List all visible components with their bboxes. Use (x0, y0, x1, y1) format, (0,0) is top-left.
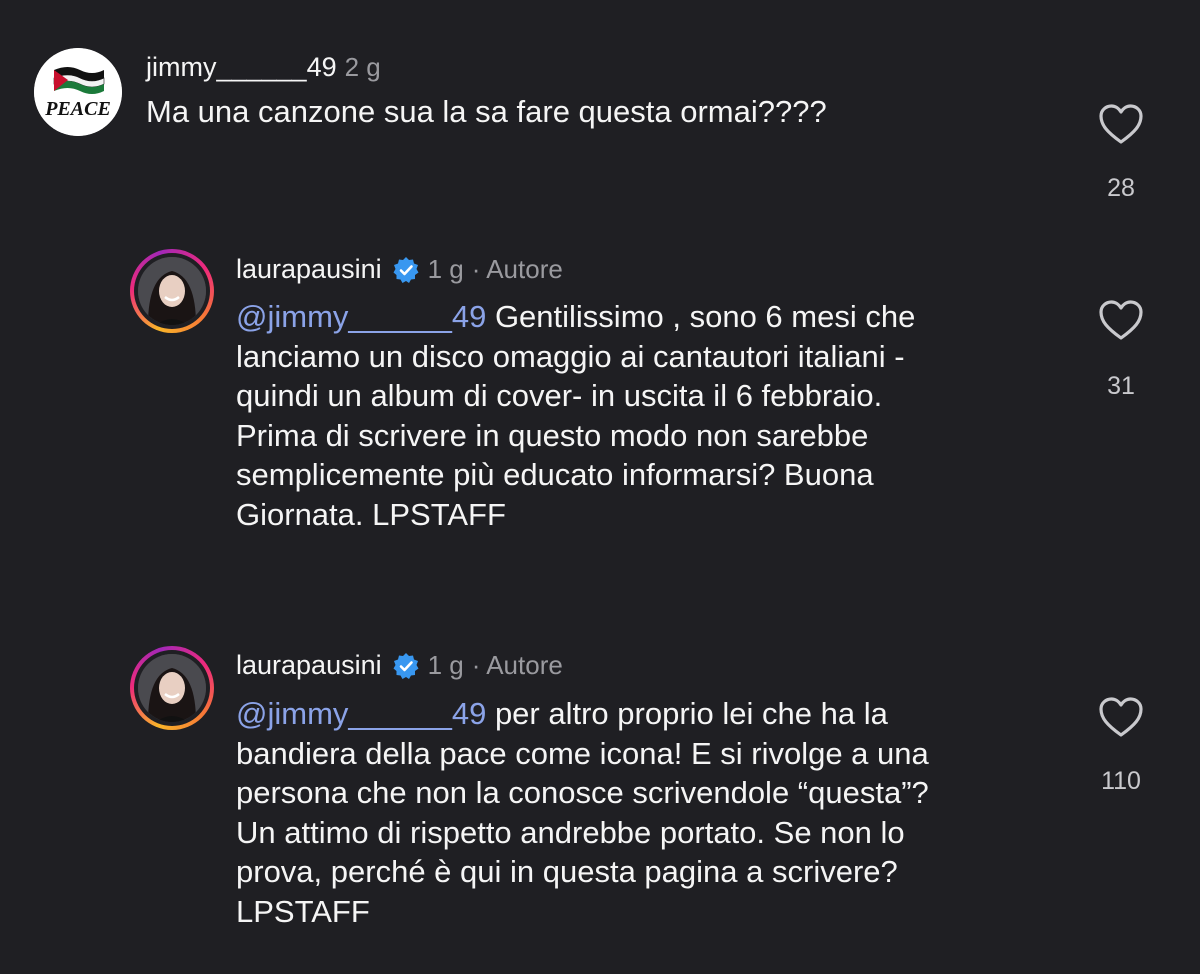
timestamp: 1 g (427, 254, 464, 284)
text-line: Prima di scrivere in questo modo non sar… (236, 417, 869, 453)
author-tag: · Autore (471, 254, 563, 284)
text-line: @jimmy______49 per altro proprio lei che… (236, 696, 888, 731)
avatar-laurapausini[interactable] (130, 646, 214, 730)
heart-icon (1099, 104, 1143, 144)
verified-badge-icon (393, 652, 419, 679)
heart-icon (1099, 697, 1143, 737)
text-line: lanciamo un disco omaggio ai cantautori … (236, 338, 905, 374)
like-count: 28 (1107, 174, 1135, 202)
heart-icon (1099, 300, 1143, 340)
mention-link[interactable]: @jimmy______49 (236, 299, 486, 334)
text-line: LPSTAFF (236, 893, 370, 929)
verified-badge-icon (393, 256, 419, 283)
like-button[interactable] (1094, 695, 1148, 744)
text-line: prova, perché è qui in questa pagina a s… (236, 854, 898, 889)
comment-text: Ma una canzone sua la sa fare questa orm… (146, 94, 827, 129)
text-line: @jimmy______49 Gentilissimo , sono 6 mes… (236, 299, 916, 334)
comment-text: @jimmy______49 Gentilissimo , sono 6 mes… (236, 297, 1076, 534)
like-count: 110 (1101, 767, 1141, 795)
text-line: semplicemente più educato informarsi? Bu… (236, 457, 874, 492)
timestamp: 1 g (427, 650, 464, 680)
peace-flag-icon: PEACE (34, 48, 122, 136)
text-line: bandiera della pace come icona! E si riv… (236, 735, 929, 771)
profile-photo (138, 654, 206, 722)
text-line: Giornata. LPSTAFF (236, 496, 506, 532)
comment-text: @jimmy______49 per altro proprio lei che… (236, 694, 1076, 931)
timestamp: 2 g (344, 52, 381, 82)
mention-link[interactable]: @jimmy______49 (236, 696, 486, 731)
author-tag: · Autore (471, 650, 563, 680)
avatar-laurapausini[interactable] (130, 249, 214, 333)
like-button[interactable] (1094, 102, 1148, 151)
comment-header: jimmy______49 2 g (146, 52, 381, 83)
comment-header: laurapausini 1 g · Autore (236, 650, 563, 681)
text-line: quindi un album di cover- in uscita il 6… (236, 378, 883, 413)
username[interactable]: laurapausini (236, 650, 382, 681)
text-line: persona che non la conosce scrivendole “… (236, 775, 929, 810)
like-count: 31 (1107, 372, 1135, 400)
avatar-text: PEACE (44, 98, 111, 120)
like-button[interactable] (1094, 298, 1148, 347)
username[interactable]: jimmy______49 (146, 52, 337, 83)
avatar-jimmy[interactable]: PEACE (34, 48, 122, 136)
profile-photo (138, 257, 206, 325)
username[interactable]: laurapausini (236, 254, 382, 285)
comment-header: laurapausini 1 g · Autore (236, 254, 563, 285)
text-line: Un attimo di rispetto andrebbe portato. … (236, 814, 905, 850)
